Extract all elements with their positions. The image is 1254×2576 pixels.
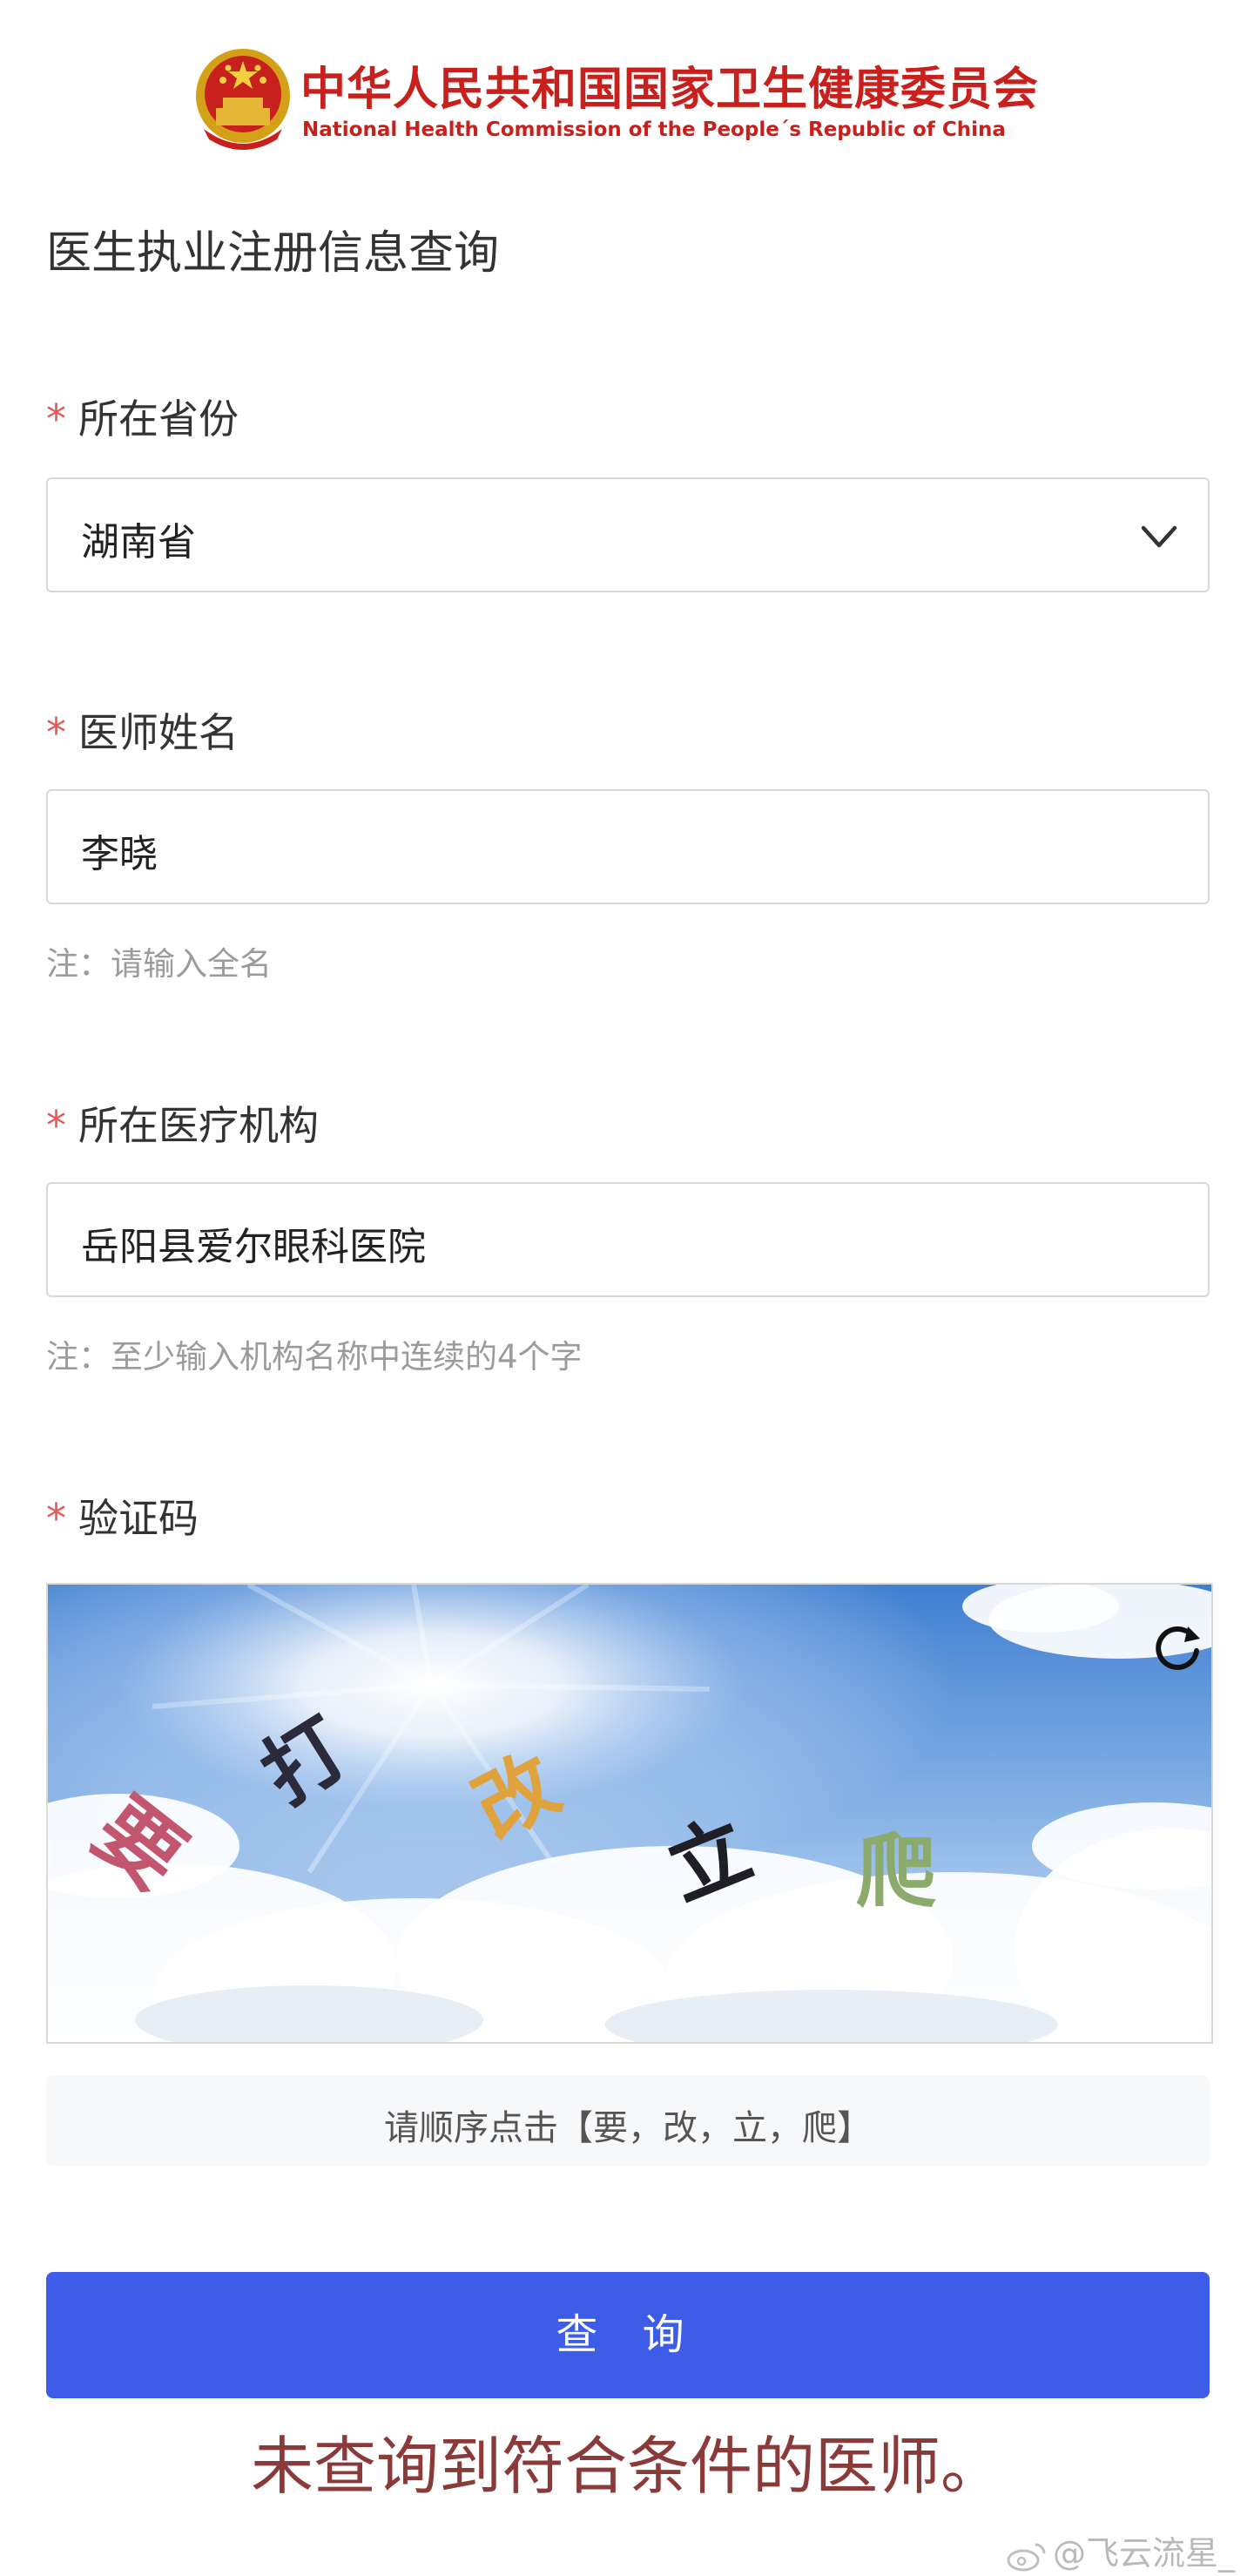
doctor-name-value: 李晓 xyxy=(81,832,158,876)
org-name-cn: 中华人民共和国国家卫生健康委员会 xyxy=(300,64,1040,116)
captcha-hint: 请顺序点击【要，改，立，爬】 xyxy=(384,2108,872,2148)
doctor-name-label: * 医师姓名 xyxy=(46,701,239,759)
doctor-name-input[interactable]: 李晓 xyxy=(46,789,1210,904)
weibo-logo-icon xyxy=(1007,2543,1046,2571)
captcha-hint-box: 请顺序点击【要，改，立，爬】 xyxy=(46,2075,1210,2166)
required-mark: * xyxy=(46,396,66,443)
institution-label: * 所在医疗机构 xyxy=(46,1094,319,1152)
institution-note: 注：至少输入机构名称中连续的4个字 xyxy=(46,1338,583,1376)
captcha-background xyxy=(48,1585,1211,2042)
institution-input[interactable]: 岳阳县爱尔眼科医院 xyxy=(46,1182,1210,1297)
doctor-name-note: 注：请输入全名 xyxy=(46,945,272,983)
result-message: 未查询到符合条件的医师。 xyxy=(250,2430,1003,2503)
watermark-text: @飞云流星_ xyxy=(1052,2534,1235,2573)
province-label: * 所在省份 xyxy=(46,388,239,445)
captcha-label-text: 验证码 xyxy=(78,1495,199,1542)
doctor-name-label-text: 医师姓名 xyxy=(78,709,239,756)
captcha-label: * 验证码 xyxy=(46,1487,199,1545)
org-name-en: National Health Commission of the People… xyxy=(302,118,1006,141)
site-header: 中华人民共和国国家卫生健康委员会 National Health Commiss… xyxy=(192,45,1071,159)
province-label-text: 所在省份 xyxy=(78,396,239,443)
chevron-down-icon xyxy=(1141,525,1177,548)
page-title: 医生执业注册信息查询 xyxy=(46,227,500,280)
province-select-value: 湖南省 xyxy=(81,520,196,565)
province-select[interactable]: 湖南省 xyxy=(46,477,1210,592)
captcha-image[interactable]: 要 打 改 立 爬 xyxy=(46,1583,1213,2044)
required-mark: * xyxy=(46,1102,66,1149)
captcha-char-5[interactable]: 爬 xyxy=(856,1807,936,1923)
watermark: @飞云流星_ xyxy=(1006,2526,1235,2574)
required-mark: * xyxy=(46,1495,66,1542)
national-emblem-icon xyxy=(196,49,290,150)
required-mark: * xyxy=(46,709,66,756)
refresh-icon[interactable] xyxy=(1150,1619,1205,1675)
query-button[interactable]: 查 询 xyxy=(46,2272,1210,2398)
institution-label-text: 所在医疗机构 xyxy=(78,1102,319,1149)
institution-value: 岳阳县爱尔眼科医院 xyxy=(81,1225,426,1269)
